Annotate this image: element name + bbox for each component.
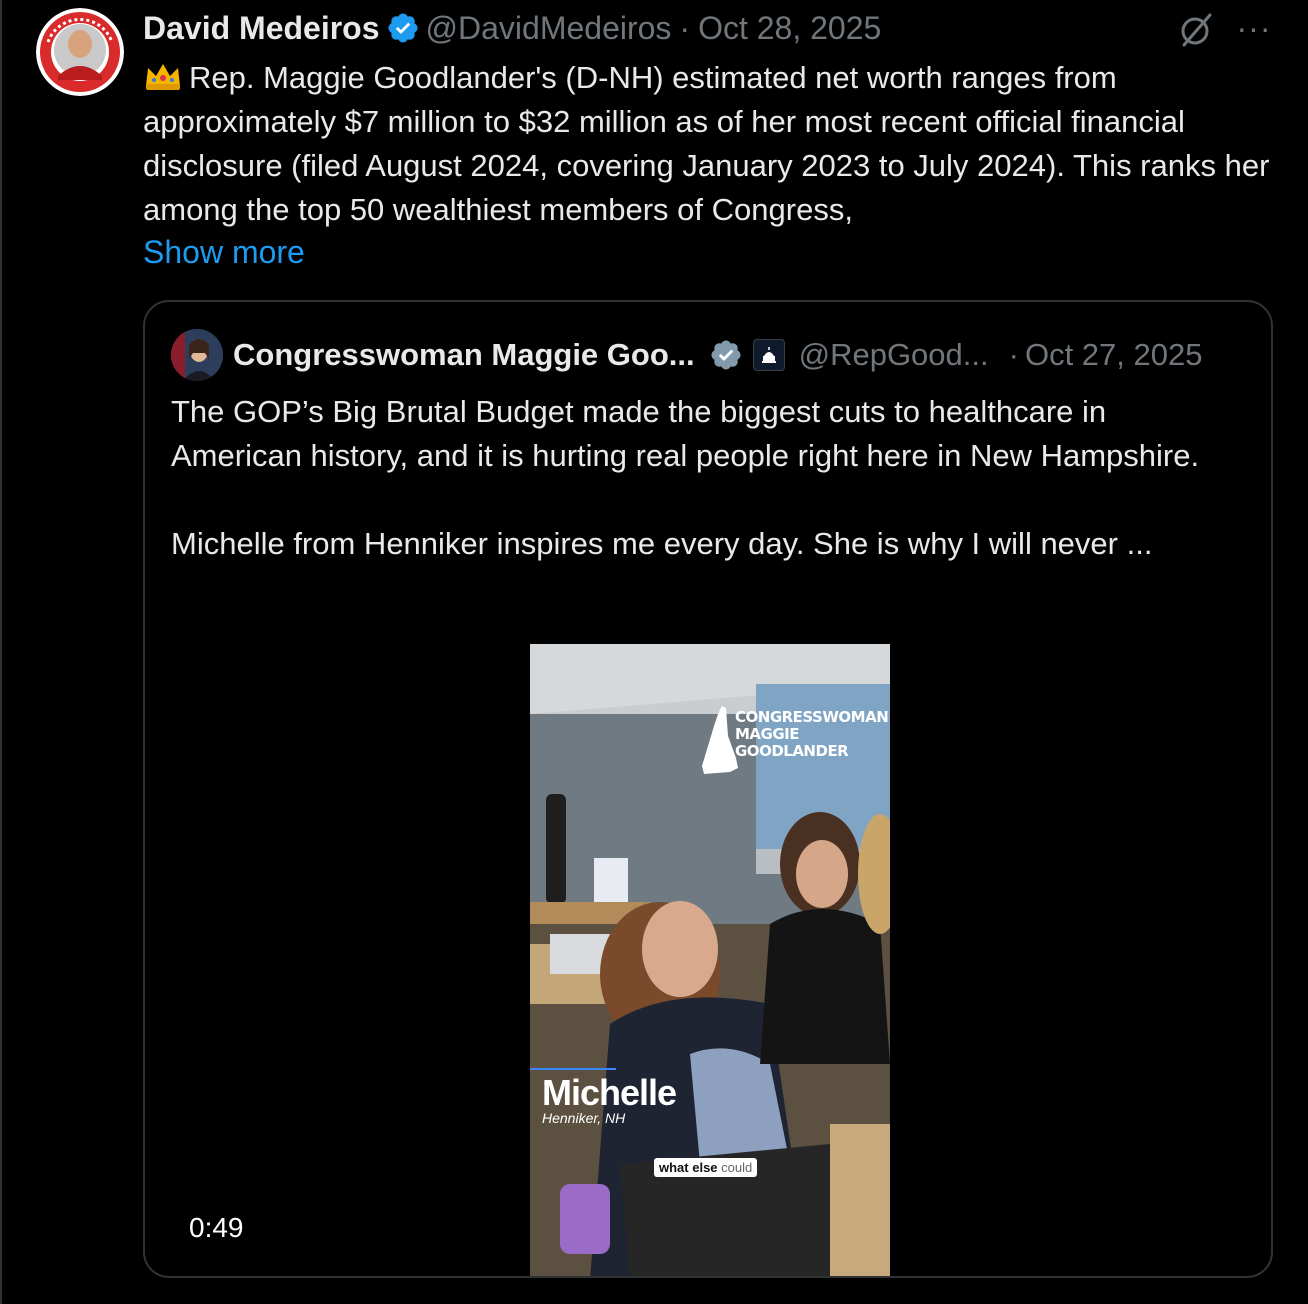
quoted-tweet-text: The GOP’s Big Brutal Budget made the big… (171, 394, 1200, 561)
quoted-tweet-header: Congresswoman Maggie Goo... @RepGood... … (171, 328, 1202, 382)
quoted-author-handle[interactable]: @RepGood... (799, 337, 989, 373)
lower-third-place: Henniker, NH (542, 1110, 626, 1126)
tweet-text: Rep. Maggie Goodlander's (D-NH) estimate… (143, 56, 1273, 232)
timeline-border (0, 0, 2, 1304)
capitol-affiliation-icon[interactable] (752, 339, 785, 371)
grok-icon[interactable] (1176, 10, 1216, 50)
tweet-body: Rep. Maggie Goodlander's (D-NH) estimate… (143, 60, 1279, 227)
crown-emoji-icon (146, 64, 180, 90)
caption-dim: could (721, 1160, 753, 1175)
lower-third-rule (530, 1068, 616, 1070)
author-handle[interactable]: @DavidMedeiros (426, 10, 672, 47)
new-hampshire-logo-icon (702, 706, 738, 774)
avatar[interactable] (36, 8, 124, 96)
verified-gray-badge-icon[interactable] (709, 338, 743, 372)
quoted-tweet[interactable]: Congresswoman Maggie Goo... @RepGood... … (143, 300, 1273, 1278)
video-duration: 0:49 (189, 1212, 244, 1243)
caption-main: what else (659, 1160, 718, 1175)
tweet-header: David Medeiros @DavidMedeiros · Oct 28, … (143, 8, 881, 48)
quoted-author-name[interactable]: Congresswoman Maggie Goo... (233, 337, 695, 373)
more-icon[interactable]: ··· (1232, 10, 1276, 46)
quoted-tweet-date[interactable]: Oct 27, 2025 (1025, 337, 1203, 373)
show-more-link[interactable]: Show more (143, 230, 305, 274)
separator-dot: · (1008, 337, 1019, 372)
video-caption: what else could (654, 1158, 758, 1177)
tweet-date[interactable]: Oct 28, 2025 (698, 10, 881, 47)
verified-badge-icon[interactable] (386, 11, 420, 45)
lower-third-name: Michelle (542, 1072, 677, 1113)
video-player[interactable]: CONGRESSWOMAN MAGGIE GOODLANDER Michelle… (530, 644, 890, 1276)
video-logo-text: CONGRESSWOMAN MAGGIE GOODLANDER (735, 708, 889, 760)
quoted-avatar[interactable] (171, 329, 223, 381)
separator-dot: · (679, 9, 691, 46)
author-name[interactable]: David Medeiros (143, 10, 380, 47)
